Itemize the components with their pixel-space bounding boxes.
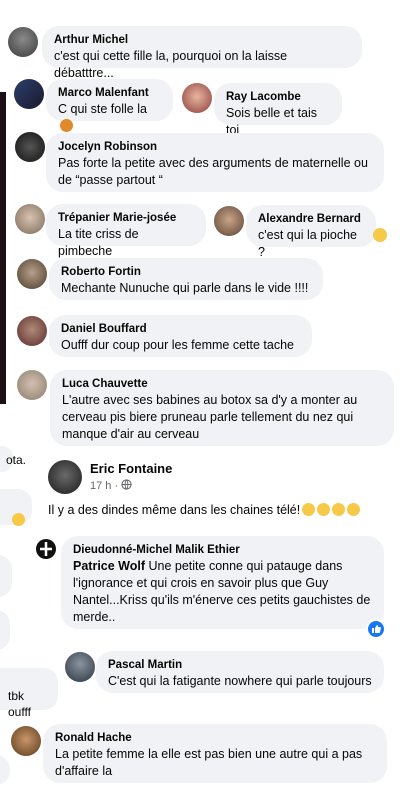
clipped-comment-bubble: tbk oufff [0, 668, 58, 719]
laughing-emoji-icon [332, 503, 346, 516]
comment-text: de “passe partout “ [58, 173, 163, 187]
comment-text: c'est qui cette fille la, pourquoi on la… [54, 49, 288, 80]
comment-text: manque d'air au cerveau [62, 427, 200, 441]
avatar[interactable] [15, 204, 45, 234]
post-timestamp[interactable]: 17 h · [90, 479, 132, 492]
avatar[interactable] [17, 370, 47, 400]
laughing-emoji-icon [317, 503, 331, 516]
clipped-comment-bubble: ota. [0, 446, 26, 472]
comment-bubble: Pascal Martin C'est qui la fatigante now… [96, 651, 384, 693]
comment-text: l'ignorance et qui crois en savoir plus … [73, 576, 329, 590]
clipped-comment-bubble [0, 555, 12, 597]
laughing-emoji-icon [302, 503, 316, 516]
avatar[interactable] [182, 83, 212, 113]
like-reaction-icon[interactable] [366, 619, 386, 639]
post-author-avatar[interactable] [48, 460, 82, 494]
avatar[interactable] [8, 27, 38, 57]
verified-cross-icon[interactable] [36, 539, 56, 559]
comment-bubble: Trépanier Marie-josée La tite criss de p… [46, 204, 206, 258]
comment-bubble: Luca Chauvette L'autre avec ses babines … [50, 370, 394, 446]
avatar[interactable] [14, 79, 44, 109]
comment-bubble: Ray Lacombe Sois belle et tais toi [214, 83, 342, 137]
comment-bubble: Ronald Hache La petite femme la elle est… [43, 724, 387, 783]
mention-link[interactable]: Patrice Wolf [73, 559, 145, 573]
globe-icon [121, 479, 132, 490]
comment-author[interactable]: Daniel Bouffard [61, 322, 300, 337]
smiling-emoji-icon [347, 503, 361, 516]
comment-bubble: Alexandre Bernard c'est qui la pioche ? [246, 205, 376, 259]
comment-text: Mechante Nunuche qui parle dans le vide … [61, 281, 309, 295]
comment-author[interactable]: Ronald Hache [55, 731, 375, 746]
comment-author[interactable]: Roberto Fortin [61, 265, 311, 280]
comment-bubble: Daniel Bouffard Oufff dur coup pour les … [49, 315, 312, 357]
avatar[interactable] [17, 316, 47, 346]
comment-author[interactable]: Luca Chauvette [62, 377, 382, 392]
comment-bubble: Dieudonné-Michel Malik Ethier Patrice Wo… [61, 536, 384, 629]
clipped-comment-text: tbk oufff [8, 689, 31, 719]
comment-bubble: Marco Malenfant C qui ste folle la [46, 79, 173, 132]
comment-bubble: Arthur Michel c'est qui cette fille la, … [42, 26, 362, 80]
laughing-emoji-icon [12, 513, 25, 526]
clipped-comment-bubble [0, 610, 10, 650]
comment-text: La petite femme la elle est pas bien une… [55, 747, 363, 761]
comment-text: Oufff dur coup pour les femme cette tach… [61, 338, 295, 352]
comment-text: La tite criss de pimbeche [58, 227, 139, 258]
comment-bubble: Roberto Fortin Mechante Nunuche qui parl… [49, 258, 323, 300]
comment-text: L'autre avec ses babines au botox sa d'y… [62, 393, 358, 407]
comment-author[interactable]: Trépanier Marie-josée [58, 211, 194, 226]
post-author-name[interactable]: Eric Fontaine [90, 461, 172, 476]
avatar[interactable] [65, 652, 95, 682]
comment-text: d'affaire la [55, 764, 113, 778]
comment-text: Une petite conne qui patauge dans [148, 559, 343, 573]
comment-author[interactable]: Dieudonné-Michel Malik Ethier [73, 543, 372, 558]
comment-text: C'est qui la fatigante nowhere qui parle… [108, 674, 372, 688]
laughing-emoji-icon [373, 228, 387, 242]
post-body: Il y a des dindes même dans les chaines … [48, 503, 301, 517]
comment-author[interactable]: Jocelyn Robinson [58, 140, 372, 155]
comment-author[interactable]: Alexandre Bernard [258, 212, 364, 227]
comment-bubble: Jocelyn Robinson Pas forte la petite ave… [46, 133, 384, 192]
post-text: Il y a des dindes même dans les chaines … [48, 503, 361, 517]
post-time[interactable]: 17 h · [90, 480, 118, 492]
emoji-icon [60, 119, 73, 132]
clipped-comment-bubble [0, 755, 10, 785]
avatar[interactable] [11, 726, 41, 756]
comment-text: Nantel...Kriss qu'ils m'énerve ces petit… [73, 593, 371, 607]
avatar[interactable] [214, 206, 244, 236]
avatar[interactable] [17, 259, 47, 289]
comment-author[interactable]: Pascal Martin [108, 658, 372, 673]
comment-author[interactable]: Ray Lacombe [226, 90, 330, 105]
clipped-comment-text: ota. [6, 453, 27, 467]
comment-text: c'est qui la pioche ? [258, 228, 357, 259]
comment-text: C qui ste folle la [58, 102, 147, 116]
comment-author[interactable]: Marco Malenfant [58, 86, 161, 101]
comment-text: cerveau pis biere pruneau parle tellemen… [62, 410, 354, 424]
comment-text: Pas forte la petite avec des arguments d… [58, 156, 368, 170]
avatar[interactable] [15, 132, 45, 162]
comment-text: merde.. [73, 610, 116, 624]
comment-author[interactable]: Arthur Michel [54, 33, 350, 48]
video-edge [0, 92, 6, 404]
